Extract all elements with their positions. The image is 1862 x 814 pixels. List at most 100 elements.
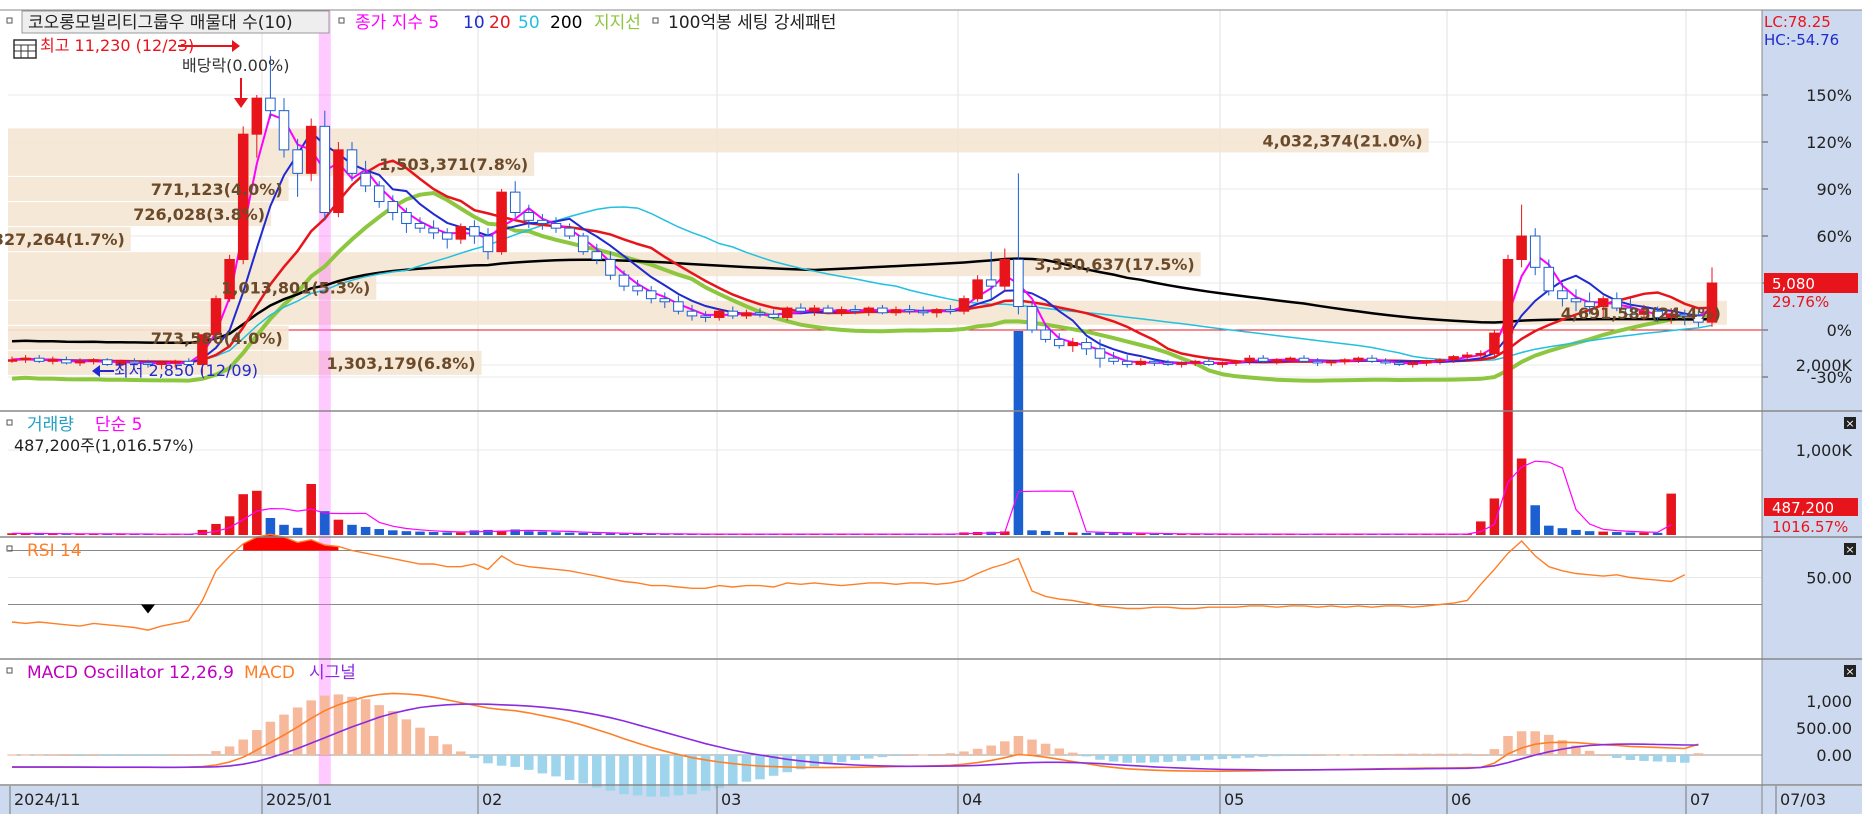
- macd-oscillator-bar: [755, 755, 765, 780]
- candle-body: [1489, 332, 1500, 354]
- close-icon[interactable]: ×: [1844, 665, 1856, 678]
- volume-bar: [238, 494, 248, 535]
- x-axis-label: 07/03: [1780, 790, 1826, 809]
- rsi-tick-label: 50.00: [1806, 569, 1852, 588]
- candle-body: [496, 191, 507, 253]
- macd-oscillator-bar: [1136, 755, 1146, 763]
- macd-oscillator-bar: [782, 755, 792, 773]
- candle-body: [727, 310, 739, 317]
- macd-oscillator-bar: [415, 727, 425, 755]
- volume-bar: [442, 532, 452, 535]
- volume-bar: [1108, 533, 1119, 535]
- ma-period-20[interactable]: 20: [489, 13, 511, 33]
- macd-tick-label: 0.00: [1816, 746, 1852, 765]
- volume-ma-label[interactable]: 단순 5: [95, 415, 143, 435]
- candle-body: [917, 310, 929, 314]
- candle-body: [1013, 259, 1024, 307]
- macd-oscillator-bar: [238, 739, 248, 755]
- macd-oscillator-bar: [1231, 755, 1241, 759]
- stock-name[interactable]: 코오롱모빌리티그룹우 매물대 수(10): [28, 13, 293, 33]
- close-icon[interactable]: ×: [1844, 417, 1856, 430]
- candle-body: [441, 232, 453, 240]
- volume-tick-label: 1,000K: [1796, 441, 1853, 460]
- macd-tick-label: 1,000: [1806, 692, 1852, 711]
- candle-body: [1570, 298, 1582, 303]
- volume-bar: [1122, 533, 1132, 535]
- macd-oscillator-bar: [1394, 753, 1404, 755]
- candle-body: [1557, 290, 1568, 300]
- macd-oscillator-bar: [1326, 754, 1336, 756]
- candle-body: [509, 191, 521, 213]
- volume-bar: [374, 529, 384, 535]
- macd-oscillator-bar: [660, 755, 670, 797]
- volume-bar: [605, 533, 616, 535]
- calendar-icon[interactable]: [13, 39, 37, 59]
- candle-body: [20, 357, 31, 361]
- volume-tick-label: 2,000K: [1796, 356, 1853, 375]
- dividend-annotation: 배당락(0.00%): [182, 56, 289, 75]
- svg-text:×: ×: [1845, 543, 1854, 556]
- x-axis-label: 04: [962, 790, 982, 809]
- volume-bar: [469, 530, 480, 535]
- macd-oscillator-bar: [1013, 735, 1024, 755]
- macd-oscillator-bar: [1068, 752, 1078, 755]
- signal-label[interactable]: 시그널: [309, 663, 356, 683]
- volume-profile-label: 4,691,583(24.4%): [1561, 304, 1721, 323]
- volume-bar: [401, 531, 412, 535]
- macd-oscillator-bar: [184, 755, 194, 756]
- macd-oscillator-bar: [1625, 755, 1636, 760]
- macd-oscillator-bar: [428, 735, 439, 755]
- rsi-label[interactable]: RSI 14: [27, 541, 82, 561]
- macd-oscillator-bar: [1190, 755, 1200, 761]
- close-icon[interactable]: ×: [1844, 543, 1856, 556]
- macd-oscillator-bar: [592, 755, 602, 788]
- macd-oscillator-bar: [170, 755, 180, 756]
- candle-body: [251, 97, 263, 135]
- candle-body: [564, 227, 575, 237]
- macd-oscillator-bar: [1204, 755, 1214, 760]
- macd-oscillator-bar: [374, 705, 384, 755]
- volume-profile-bar: [8, 128, 1429, 153]
- volume-current: 487,200: [1772, 499, 1834, 517]
- volume-profile-label: 4,032,374(21.0%): [1263, 131, 1423, 150]
- macd-osc-label[interactable]: MACD Oscillator 12,26,9: [27, 663, 234, 683]
- macd-oscillator-bar: [1054, 748, 1064, 755]
- macd-oscillator-bar: [864, 755, 874, 759]
- candle-body: [1135, 360, 1147, 365]
- volume-label[interactable]: 거래량: [27, 415, 74, 435]
- ma-label[interactable]: 종가 지수 5: [355, 13, 439, 33]
- candle-body: [1217, 362, 1228, 365]
- candle-body: [781, 307, 793, 318]
- macd-oscillator-bar: [1666, 755, 1676, 763]
- macd-oscillator-bar: [496, 755, 507, 766]
- svg-text:×: ×: [1845, 665, 1854, 678]
- current-price: 5,080: [1772, 275, 1815, 293]
- macd-oscillator-bar: [972, 748, 983, 755]
- support-label[interactable]: 지지선: [594, 13, 641, 33]
- candle-body: [1529, 235, 1541, 268]
- macd-oscillator-bar: [1408, 753, 1418, 755]
- candle-body: [1162, 362, 1174, 365]
- macd-oscillator-bar: [646, 755, 656, 797]
- candle-body: [537, 219, 548, 224]
- ma-period-50[interactable]: 50: [518, 13, 540, 33]
- macd-oscillator-bar: [904, 755, 915, 756]
- pattern-label[interactable]: 100억봉 세팅 강세패턴: [668, 13, 836, 33]
- macd-oscillator-bar: [224, 746, 235, 755]
- ma-period-200[interactable]: 200: [550, 13, 582, 33]
- volume-bar: [564, 532, 575, 535]
- candle-body: [346, 149, 358, 174]
- candle-body: [822, 307, 834, 314]
- volume-profile-label: 3,350,637(17.5%): [1035, 255, 1195, 274]
- candle-body: [278, 110, 290, 151]
- macd-oscillator-bar: [836, 755, 847, 763]
- volume-bar: [1530, 505, 1540, 535]
- candle-body: [645, 290, 657, 300]
- candle-body: [809, 307, 820, 312]
- ma-period-10[interactable]: 10: [463, 13, 485, 33]
- candle-body: [741, 312, 752, 317]
- macd-label[interactable]: MACD: [244, 663, 295, 683]
- candle-body: [1434, 359, 1446, 362]
- candle-body: [836, 309, 847, 314]
- candle-body: [265, 97, 276, 112]
